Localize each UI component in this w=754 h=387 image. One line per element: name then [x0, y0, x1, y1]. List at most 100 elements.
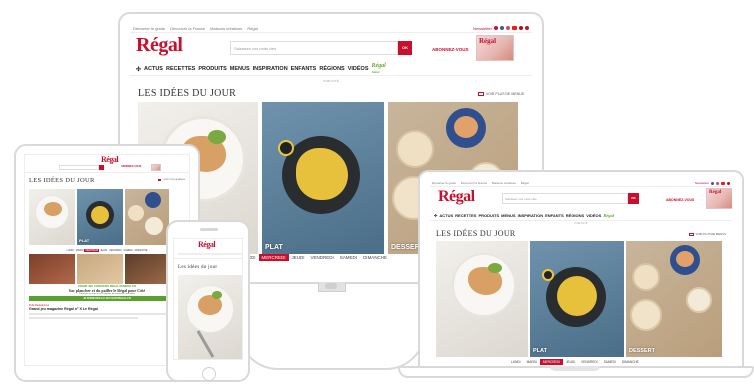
- regal-junior-badge[interactable]: Régal Junior: [372, 63, 386, 75]
- day-tab-active[interactable]: MERCREDI: [539, 359, 563, 365]
- nav-item-enfants[interactable]: ENFANTS: [545, 213, 564, 218]
- day-tab[interactable]: JEUDI: [99, 249, 108, 252]
- facebook-icon[interactable]: [711, 181, 714, 185]
- day-tab[interactable]: DIMANCHE: [360, 254, 390, 261]
- calendar-icon: [688, 232, 694, 236]
- nav-item-regions[interactable]: RÉGIONS: [566, 213, 584, 218]
- nav-item-produits[interactable]: PRODUITS: [478, 213, 499, 218]
- day-tab[interactable]: JEUDI: [563, 359, 578, 365]
- nav-item-recettes[interactable]: RECETTES: [455, 213, 476, 218]
- recipe-tile-dessert[interactable]: DESSERT: [626, 241, 722, 357]
- recipe-tile-plat[interactable]: PLAT: [77, 189, 123, 245]
- topbar-link[interactable]: Maisons créatives: [210, 26, 242, 31]
- nav-item-videos[interactable]: VIDÉOS: [348, 66, 369, 72]
- search-button[interactable]: OK: [628, 193, 639, 204]
- menu-icon[interactable]: ✣: [136, 66, 141, 73]
- nav-item-actus[interactable]: ACTUS: [144, 66, 163, 72]
- topbar-link[interactable]: Démarrer le guide: [133, 26, 165, 31]
- topbar-link[interactable]: Démarrer le guide: [432, 181, 456, 185]
- more-menus-link[interactable]: VOIR PLUS DE MENUS: [158, 179, 185, 181]
- subscribe-link[interactable]: ABONNEZ-VOUS: [432, 47, 469, 52]
- day-tab[interactable]: SAMEDI: [123, 249, 134, 252]
- topbar-link[interactable]: Régal: [521, 181, 529, 185]
- day-tab[interactable]: VENDREDI: [308, 254, 337, 261]
- nav-item-inspiration[interactable]: INSPIRATION: [518, 213, 543, 218]
- pinterest-icon[interactable]: [727, 181, 730, 185]
- badge-sublabel: Junior: [371, 70, 380, 74]
- more-menus-label: VOIR PLUS DE MENUS: [695, 232, 726, 236]
- nav-item-inspiration[interactable]: INSPIRATION: [253, 66, 288, 72]
- search-button[interactable]: OK: [398, 41, 412, 55]
- search-input[interactable]: Saisissez vos mots clés: [502, 193, 628, 204]
- newsletter-link[interactable]: Newsletter: [473, 26, 492, 31]
- nav-item-actus[interactable]: ACTUS: [439, 213, 453, 218]
- recipe-tile-plat[interactable]: PLAT: [262, 102, 384, 254]
- days-selector: LUNDI MARDI MERCREDI JEUDI VENDREDI SAME…: [508, 359, 642, 365]
- promo-cta-button[interactable]: JE M'INSCRIS AU JEU SUR REGAL.FR: [29, 296, 185, 301]
- newsletter-link[interactable]: Newsletter: [695, 181, 709, 185]
- nav-item-enfants[interactable]: ENFANTS: [291, 66, 317, 72]
- day-tab[interactable]: SAMEDI: [601, 359, 619, 365]
- nav-item-menus[interactable]: MENUS: [501, 213, 515, 218]
- menu-icon[interactable]: ✣: [434, 213, 437, 218]
- topbar-link[interactable]: Découvrir la France: [461, 181, 487, 185]
- nav-item-menus[interactable]: MENUS: [230, 66, 250, 72]
- day-tab[interactable]: VENDREDI: [578, 359, 600, 365]
- instagram-icon[interactable]: [716, 181, 719, 185]
- day-tab[interactable]: SAMEDI: [337, 254, 360, 261]
- article-teaser[interactable]: Publi-Rédactionnel Grand jeu magazine Ré…: [25, 302, 189, 321]
- day-tab-active[interactable]: MERCREDI: [84, 249, 100, 252]
- site-logo[interactable]: Régal: [101, 155, 119, 164]
- magazine-cover[interactable]: [151, 164, 161, 171]
- nav-item-recettes[interactable]: RECETTES: [166, 66, 195, 72]
- desktop-header: Régal Saisissez vos mots clés OK ABONNEZ…: [130, 33, 532, 63]
- more-menus-link[interactable]: VOIR PLUS DE MENUS: [688, 232, 726, 236]
- day-tab[interactable]: LUNDI: [66, 249, 75, 252]
- youtube-icon[interactable]: [512, 26, 517, 30]
- mail-icon[interactable]: [494, 26, 498, 30]
- recipe-tile-entree[interactable]: [178, 275, 242, 359]
- home-button[interactable]: [202, 367, 216, 381]
- magazine-cover[interactable]: Régal: [706, 188, 732, 209]
- laptop-header: Régal Saisissez vos mots clés OK ABONNEZ…: [430, 187, 732, 211]
- recipe-tile-entree[interactable]: [29, 189, 75, 245]
- regal-junior-badge[interactable]: Régal: [603, 213, 614, 218]
- site-logo[interactable]: Régal: [438, 188, 475, 206]
- topbar-link[interactable]: Découvrir la France: [170, 26, 205, 31]
- pinterest-icon[interactable]: [519, 26, 523, 30]
- site-logo[interactable]: Régal: [136, 34, 183, 57]
- subscribe-link[interactable]: ABONNEZ-VOUS: [121, 165, 141, 168]
- day-tab[interactable]: MARDI: [75, 249, 85, 252]
- day-tab[interactable]: JEUDI: [289, 254, 308, 261]
- social-links: Newsletter: [695, 181, 730, 185]
- main-nav: ✣ ACTUS RECETTES PRODUITS MENUS INSPIRAT…: [130, 63, 532, 76]
- topbar-link[interactable]: Régal: [247, 26, 257, 31]
- day-tab[interactable]: MARDI: [524, 359, 540, 365]
- youtube-icon[interactable]: [721, 181, 725, 185]
- instagram-icon[interactable]: [506, 26, 510, 30]
- recipe-tile-entree[interactable]: [436, 241, 528, 357]
- subscribe-link[interactable]: ABONNEZ-VOUS: [666, 198, 694, 202]
- rss-icon[interactable]: [525, 26, 529, 30]
- pastry-image: [632, 263, 660, 291]
- topbar-link[interactable]: Maisons créatives: [492, 181, 516, 185]
- facebook-icon[interactable]: [500, 26, 504, 30]
- day-tab[interactable]: DIMANCHE: [134, 249, 149, 252]
- day-tab[interactable]: DIMANCHE: [619, 359, 642, 365]
- day-tab[interactable]: VENDREDI: [108, 249, 122, 252]
- search-input[interactable]: Saisissez vos mots clés: [230, 41, 398, 55]
- more-menus-link[interactable]: VOIR PLUS DE MENUS: [477, 92, 524, 96]
- recipe-tile-plat[interactable]: PLAT: [530, 241, 624, 357]
- magazine-label: Régal: [479, 37, 497, 45]
- search-button[interactable]: [99, 165, 104, 170]
- recipe-tile-dessert[interactable]: [125, 189, 169, 245]
- day-tab[interactable]: LUNDI: [508, 359, 524, 365]
- nav-item-videos[interactable]: VIDÉOS: [586, 213, 601, 218]
- nav-item-regions[interactable]: RÉGIONS: [319, 66, 344, 72]
- search-input[interactable]: [59, 165, 99, 170]
- day-tab-active[interactable]: MERCREDI: [258, 254, 289, 261]
- magazine-cover[interactable]: Régal: [476, 35, 514, 61]
- nav-item-produits[interactable]: PRODUITS: [198, 66, 226, 72]
- tablet-header: Régal ABONNEZ-VOUS: [25, 155, 189, 173]
- site-logo[interactable]: Régal: [198, 240, 216, 249]
